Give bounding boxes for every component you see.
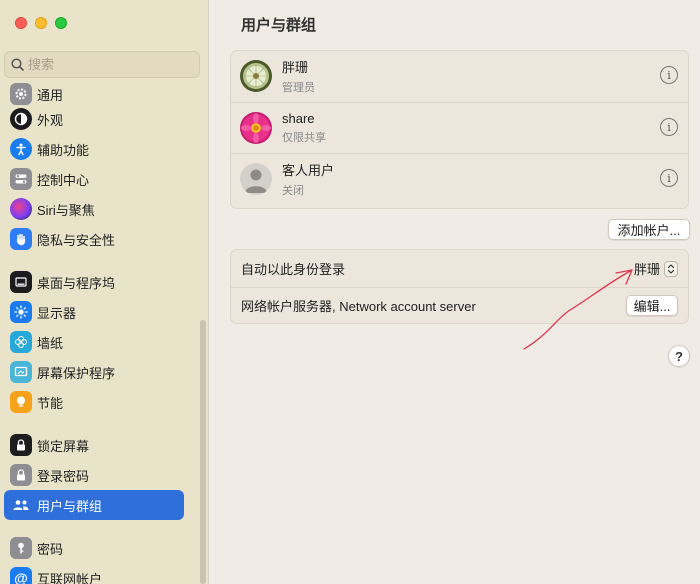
sidebar: 通用 外观 辅助功能 控制中心 Siri与聚焦 xyxy=(0,0,209,584)
window-controls xyxy=(15,17,67,29)
key-icon xyxy=(10,537,32,559)
appearance-icon xyxy=(10,108,32,130)
user-name: share xyxy=(282,110,315,126)
sidebar-item-label: 登录密码 xyxy=(37,468,90,484)
user-row[interactable]: share 仅限共享 i xyxy=(231,102,688,152)
info-icon[interactable]: i xyxy=(660,169,678,187)
info-icon[interactable]: i xyxy=(660,118,678,136)
sidebar-item-label: 显示器 xyxy=(37,305,77,321)
user-name: 胖珊 xyxy=(282,60,309,75)
sidebar-item-label: 互联网帐户 xyxy=(37,571,103,584)
auto-login-row: 自动以此身份登录 胖珊 xyxy=(231,250,688,286)
sidebar-item-internet-accounts[interactable]: @ 互联网帐户 xyxy=(4,563,184,584)
dandelion-avatar xyxy=(240,60,272,92)
bulb-icon xyxy=(10,391,32,413)
user-role: 仅限共享 xyxy=(282,131,326,144)
sidebar-item-privacy[interactable]: 隐私与安全性 xyxy=(4,224,184,254)
sidebar-item-label: 外观 xyxy=(37,112,64,128)
network-server-label: 网络帐户服务器, Network account server xyxy=(241,299,476,314)
main-pane: 用户与群组 胖珊 管理员 i share 仅限共享 i 客人用户 关闭 i 添加… xyxy=(210,0,700,584)
generic-person-avatar xyxy=(240,162,272,195)
control-center-icon xyxy=(10,168,32,190)
user-row[interactable]: 胖珊 管理员 i xyxy=(231,51,688,101)
sidebar-item-login-password[interactable]: 登录密码 xyxy=(4,460,184,490)
sidebar-item-appearance[interactable]: 外观 xyxy=(4,104,184,134)
sidebar-item-label: 隐私与安全性 xyxy=(37,232,116,248)
auto-login-label: 自动以此身份登录 xyxy=(241,261,346,277)
sidebar-item-users-groups[interactable]: 用户与群组 xyxy=(4,490,184,520)
auto-login-popup[interactable]: 胖珊 xyxy=(634,259,678,278)
edit-button[interactable]: 编辑... xyxy=(626,295,678,316)
siri-icon xyxy=(10,198,32,220)
gear-icon xyxy=(10,83,32,105)
user-name: 客人用户 xyxy=(282,162,335,178)
chevron-updown-icon xyxy=(664,260,678,277)
screensaver-icon xyxy=(10,361,32,383)
sidebar-item-siri[interactable]: Siri与聚焦 xyxy=(4,194,184,224)
user-role: 关闭 xyxy=(282,184,304,197)
user-row[interactable]: 客人用户 关闭 i xyxy=(231,153,688,203)
sidebar-item-passwords[interactable]: 密码 xyxy=(4,533,184,563)
flower-icon xyxy=(10,331,32,353)
auto-login-value: 胖珊 xyxy=(633,262,660,277)
sidebar-item-label: 墙纸 xyxy=(37,335,64,351)
sidebar-scrollbar[interactable] xyxy=(200,320,206,584)
sidebar-item-desktop-dock[interactable]: 桌面与程序坞 xyxy=(4,267,184,297)
sidebar-item-lock-screen[interactable]: 锁定屏幕 xyxy=(4,430,184,460)
dock-icon xyxy=(10,271,32,293)
sidebar-item-label: 桌面与程序坞 xyxy=(37,275,116,291)
sidebar-item-label: 节能 xyxy=(37,395,64,411)
page-title: 用户与群组 xyxy=(241,17,317,34)
sidebar-item-displays[interactable]: 显示器 xyxy=(4,297,184,327)
search-input[interactable] xyxy=(28,57,188,72)
login-options: 自动以此身份登录 胖珊 网络帐户服务器, Network account ser… xyxy=(230,249,689,324)
info-icon[interactable]: i xyxy=(660,66,678,84)
user-role: 管理员 xyxy=(282,82,315,94)
search-field[interactable] xyxy=(4,51,200,78)
pink-flower-avatar xyxy=(240,111,272,144)
hand-icon xyxy=(10,228,32,250)
sidebar-item-label: 用户与群组 xyxy=(37,498,103,514)
close-window-button[interactable] xyxy=(15,17,27,29)
sidebar-item-control-center[interactable]: 控制中心 xyxy=(4,164,184,194)
users-icon xyxy=(10,494,32,516)
sidebar-item-label: 辅助功能 xyxy=(37,142,90,158)
zoom-window-button[interactable] xyxy=(55,17,67,29)
sidebar-item-label: 密码 xyxy=(37,541,64,557)
lock-icon xyxy=(10,434,32,456)
sidebar-item-label: 屏幕保护程序 xyxy=(37,365,116,381)
help-button[interactable]: ? xyxy=(668,345,690,367)
sidebar-item-label: 通用 xyxy=(37,87,64,103)
sun-icon xyxy=(10,301,32,323)
lock-icon xyxy=(10,464,32,486)
minimize-window-button[interactable] xyxy=(35,17,47,29)
sidebar-item-accessibility[interactable]: 辅助功能 xyxy=(4,134,184,164)
sidebar-item-screensaver[interactable]: 屏幕保护程序 xyxy=(4,357,184,387)
at-icon: @ xyxy=(10,567,32,584)
users-list: 胖珊 管理员 i share 仅限共享 i 客人用户 关闭 i xyxy=(230,50,689,209)
sidebar-item-label: 锁定屏幕 xyxy=(37,438,90,454)
sidebar-item-label: 控制中心 xyxy=(37,172,90,188)
sidebar-item-energy[interactable]: 节能 xyxy=(4,387,184,417)
search-icon xyxy=(11,58,24,71)
sidebar-item-label: Siri与聚焦 xyxy=(37,202,95,218)
sidebar-item-wallpaper[interactable]: 墙纸 xyxy=(4,327,184,357)
add-account-button[interactable]: 添加帐户... xyxy=(608,219,690,240)
accessibility-icon xyxy=(10,138,32,160)
network-server-row: 网络帐户服务器, Network account server 编辑... xyxy=(231,287,688,323)
